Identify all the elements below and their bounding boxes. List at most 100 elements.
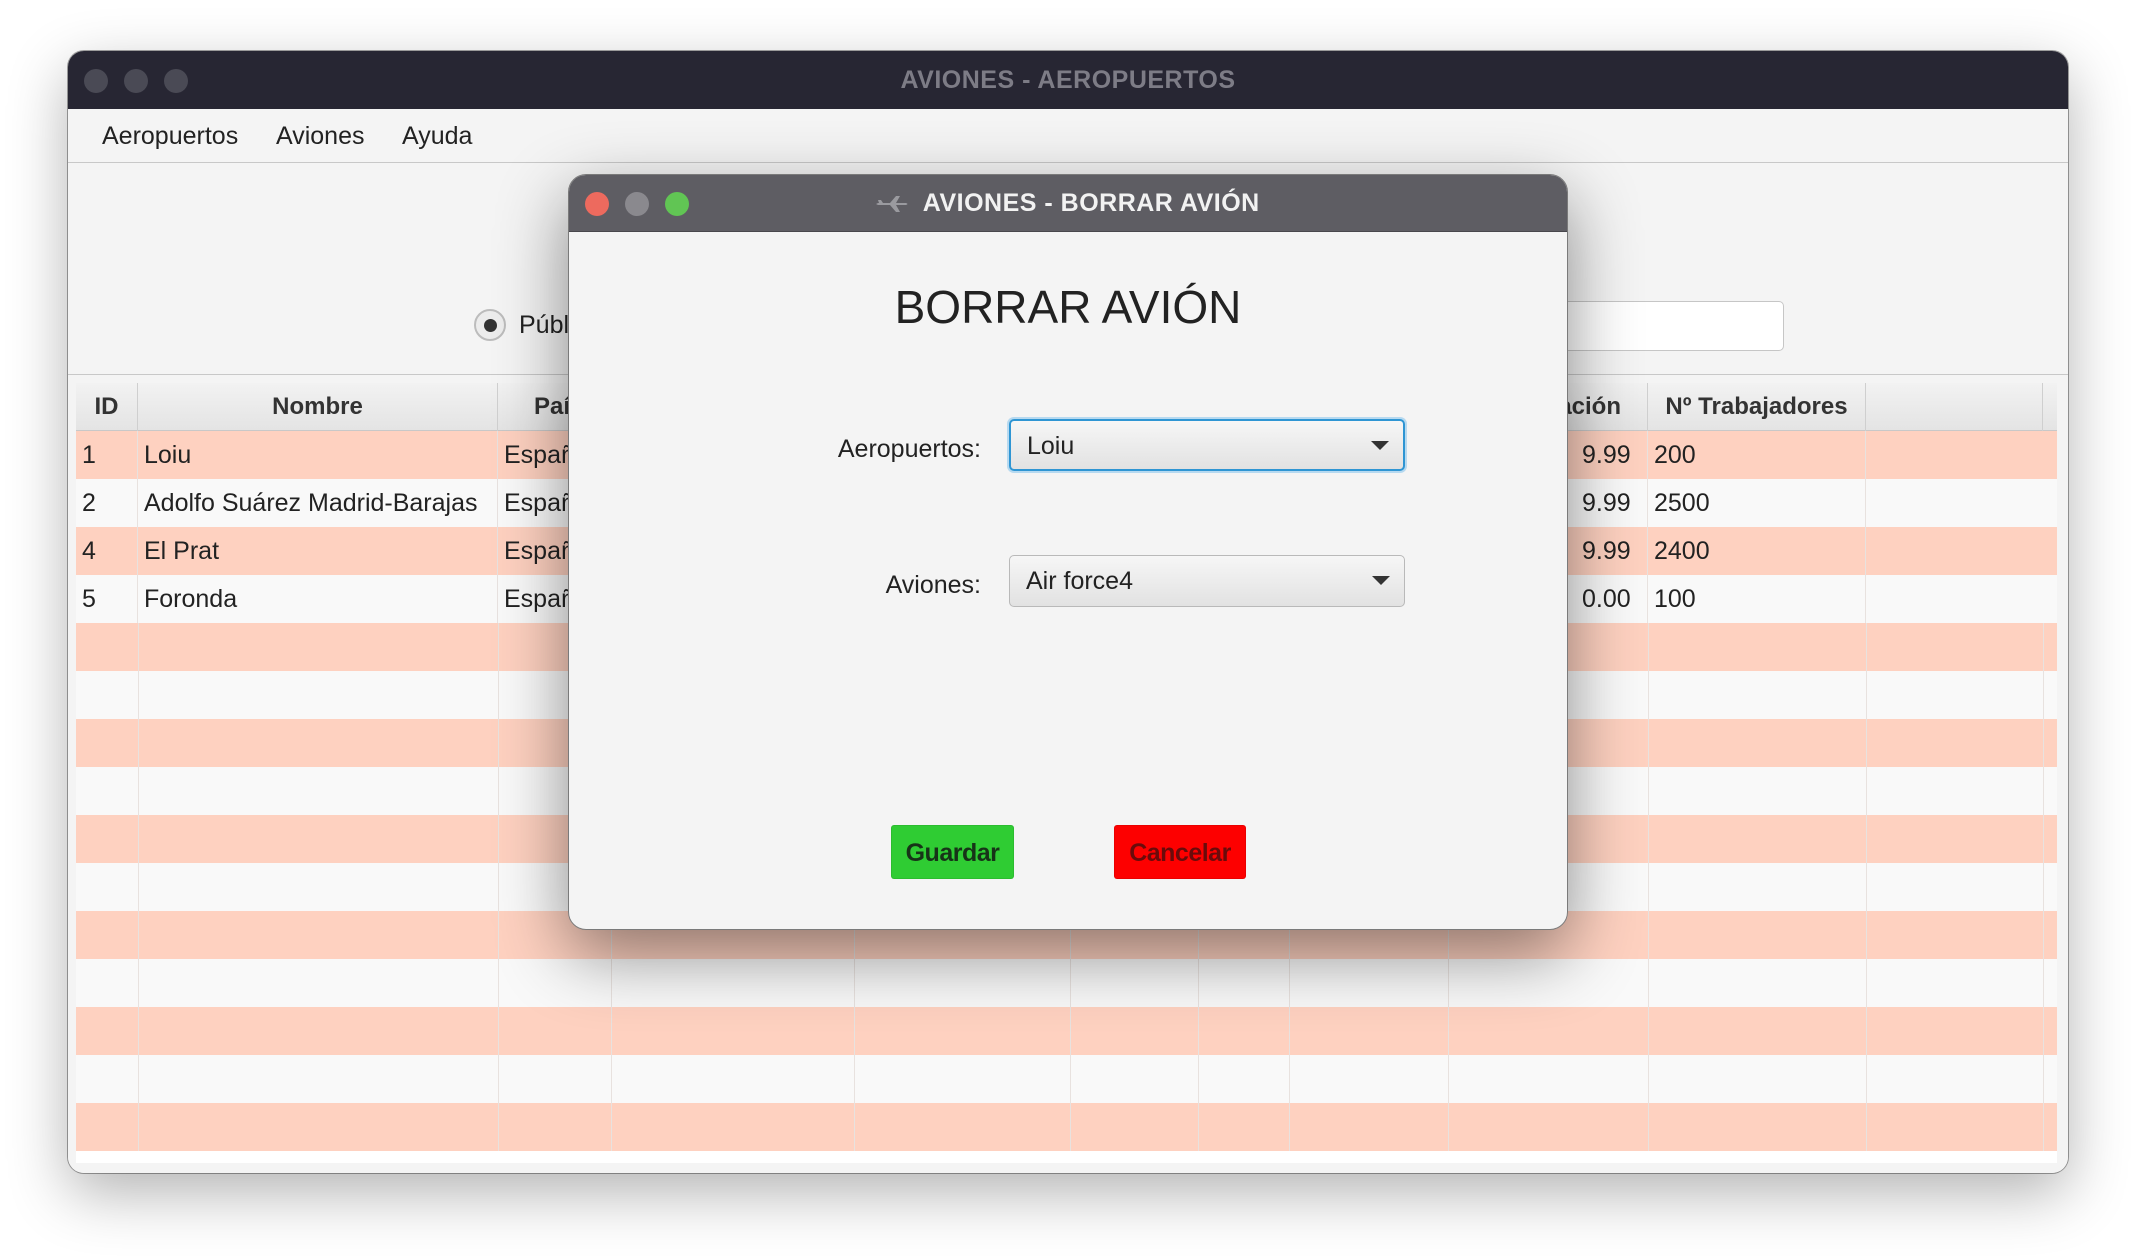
- dialog-title-wrap: AVIONES - BORRAR AVIÓN: [569, 175, 1567, 232]
- column-separator: [1648, 911, 1649, 959]
- column-separator: [1866, 767, 1867, 815]
- column-separator: [138, 623, 139, 671]
- column-separator: [611, 1055, 612, 1103]
- column-header-id[interactable]: ID: [76, 383, 138, 431]
- aviones-label: Aviones:: [885, 571, 981, 599]
- menu-bar: Aeropuertos Aviones Ayuda: [68, 109, 2068, 163]
- filter-input[interactable]: [1534, 301, 1784, 351]
- column-header-nombre[interactable]: Nombre: [138, 383, 498, 431]
- column-separator: [1866, 863, 1867, 911]
- column-header-11[interactable]: [1866, 383, 2043, 431]
- save-button[interactable]: Guardar: [891, 825, 1014, 879]
- column-separator: [1648, 767, 1649, 815]
- column-separator: [1866, 671, 1867, 719]
- column-separator: [1289, 1103, 1290, 1151]
- menu-aviones[interactable]: Aviones: [276, 109, 365, 163]
- radio-publico-label: Públ: [519, 311, 570, 339]
- main-titlebar: AVIONES - AEROPUERTOS: [68, 51, 2068, 109]
- cell-financiacion: 0.00: [1576, 575, 1648, 623]
- column-separator: [138, 815, 139, 863]
- column-separator: [498, 1055, 499, 1103]
- column-header-trabajadores[interactable]: Nº Trabajadores: [1648, 383, 1866, 431]
- column-separator: [1648, 863, 1649, 911]
- delete-plane-dialog: AVIONES - BORRAR AVIÓN BORRAR AVIÓN Aero…: [568, 174, 1568, 930]
- menu-aeropuertos[interactable]: Aeropuertos: [102, 109, 238, 163]
- cell-trabajadores: 2500: [1648, 479, 1866, 527]
- empty-table-row: [76, 1007, 2057, 1055]
- column-separator: [1070, 1055, 1071, 1103]
- column-separator: [498, 911, 499, 959]
- empty-table-row: [76, 1055, 2057, 1103]
- column-separator: [498, 863, 499, 911]
- column-separator: [2043, 911, 2044, 959]
- menu-ayuda[interactable]: Ayuda: [402, 109, 472, 163]
- airplane-icon: [876, 195, 908, 212]
- column-separator: [138, 1007, 139, 1055]
- column-separator: [1448, 1007, 1449, 1055]
- column-separator: [2043, 671, 2044, 719]
- cell-nombre: Loiu: [138, 431, 498, 479]
- cell-id: 1: [76, 431, 138, 479]
- column-separator: [1866, 911, 1867, 959]
- column-separator: [1866, 959, 1867, 1007]
- cell-financiacion: 9.99: [1576, 431, 1648, 479]
- column-separator: [1648, 815, 1649, 863]
- column-separator: [611, 959, 612, 1007]
- aeropuertos-select[interactable]: Loiu: [1009, 419, 1405, 471]
- column-separator: [138, 911, 139, 959]
- column-separator: [854, 1007, 855, 1055]
- column-separator: [2043, 1055, 2044, 1103]
- cell-nombre: Foronda: [138, 575, 498, 623]
- column-separator: [1289, 1007, 1290, 1055]
- column-separator: [2043, 719, 2044, 767]
- cell-trabajadores: 200: [1648, 431, 1866, 479]
- column-separator: [1070, 1103, 1071, 1151]
- column-separator: [1448, 1055, 1449, 1103]
- aeropuertos-selected-value: Loiu: [1027, 432, 1075, 460]
- column-separator: [1648, 1055, 1649, 1103]
- column-separator: [2043, 1103, 2044, 1151]
- column-separator: [1070, 1007, 1071, 1055]
- column-separator: [1198, 1055, 1199, 1103]
- column-separator: [1866, 1055, 1867, 1103]
- column-separator: [138, 767, 139, 815]
- aviones-select[interactable]: Air force4: [1009, 555, 1405, 607]
- column-separator: [138, 719, 139, 767]
- dialog-title: AVIONES - BORRAR AVIÓN: [922, 189, 1260, 218]
- column-separator: [138, 863, 139, 911]
- column-separator: [2043, 623, 2044, 671]
- cell-trabajadores: 100: [1648, 575, 1866, 623]
- column-separator: [498, 815, 499, 863]
- cell-id: 4: [76, 527, 138, 575]
- cell-trabajadores: 2400: [1648, 527, 1866, 575]
- column-separator: [611, 1103, 612, 1151]
- column-separator: [138, 959, 139, 1007]
- column-separator: [498, 623, 499, 671]
- column-separator: [854, 1055, 855, 1103]
- column-separator: [138, 1055, 139, 1103]
- column-separator: [498, 1007, 499, 1055]
- column-separator: [1866, 719, 1867, 767]
- main-window-title: AVIONES - AEROPUERTOS: [900, 66, 1236, 94]
- column-separator: [1448, 959, 1449, 1007]
- cell-id: 5: [76, 575, 138, 623]
- cell-financiacion: 9.99: [1576, 527, 1648, 575]
- column-separator: [498, 959, 499, 1007]
- cell-nombre: Adolfo Suárez Madrid-Barajas: [138, 479, 498, 527]
- column-separator: [854, 1103, 855, 1151]
- column-separator: [1198, 959, 1199, 1007]
- column-separator: [1648, 719, 1649, 767]
- column-separator: [498, 1103, 499, 1151]
- column-separator: [498, 767, 499, 815]
- aeropuertos-label: Aeropuertos:: [837, 435, 981, 463]
- column-separator: [1448, 1103, 1449, 1151]
- column-separator: [1648, 1103, 1649, 1151]
- radio-publico[interactable]: [474, 309, 506, 341]
- column-separator: [1866, 1103, 1867, 1151]
- cancel-button[interactable]: Cancelar: [1114, 825, 1246, 879]
- column-separator: [1289, 1055, 1290, 1103]
- column-separator: [1648, 623, 1649, 671]
- empty-table-row: [76, 1103, 2057, 1151]
- column-separator: [2043, 1007, 2044, 1055]
- column-separator: [2043, 863, 2044, 911]
